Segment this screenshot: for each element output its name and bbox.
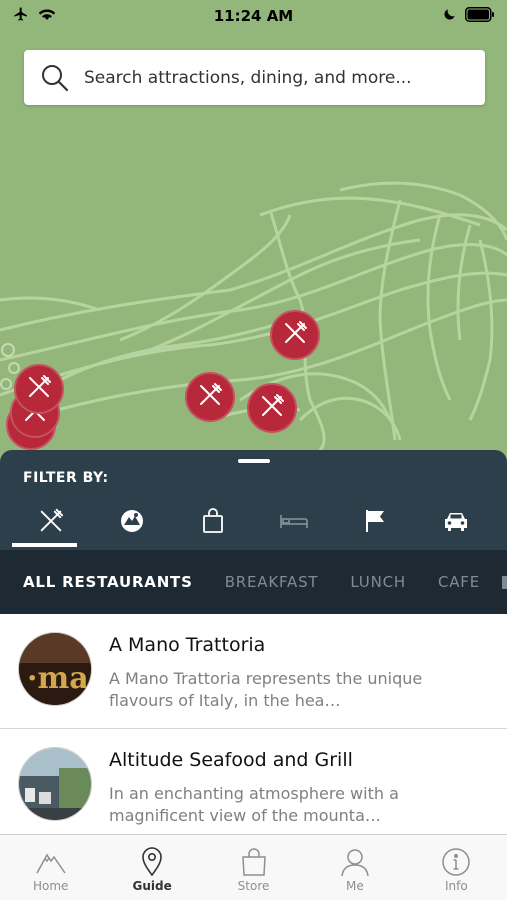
moon-icon bbox=[443, 7, 457, 25]
drag-handle[interactable] bbox=[238, 459, 270, 463]
status-time: 11:24 AM bbox=[213, 7, 294, 25]
fork-knife-icon bbox=[24, 372, 54, 406]
tab-home-label: Home bbox=[32, 879, 69, 893]
list-item[interactable]: ·ma A Mano Trattoria A Mano Trattoria re… bbox=[0, 614, 507, 729]
tab-store-label: Store bbox=[237, 879, 270, 893]
filter-lodging-button[interactable] bbox=[253, 498, 334, 548]
restaurant-pin[interactable] bbox=[270, 310, 320, 360]
restaurant-description: In an enchanting atmosphere with a magni… bbox=[109, 784, 399, 825]
tab-home[interactable]: Home bbox=[0, 835, 101, 900]
restaurant-description: A Mano Trattoria represents the unique f… bbox=[109, 669, 423, 710]
tab-info-label: Info bbox=[444, 879, 468, 893]
restaurant-pin[interactable] bbox=[14, 364, 64, 414]
status-left bbox=[12, 6, 56, 26]
battery-icon bbox=[465, 6, 495, 26]
filter-panel: FILTER BY: bbox=[0, 450, 507, 550]
restaurant-name: Altitude Seafood and Grill bbox=[109, 749, 353, 771]
filter-transport-button[interactable] bbox=[415, 498, 496, 548]
search-input[interactable] bbox=[84, 67, 485, 88]
bed-icon bbox=[279, 511, 309, 535]
tab-me[interactable]: Me bbox=[304, 835, 405, 900]
filter-icon-row bbox=[10, 498, 496, 548]
list-item[interactable]: Altitude Seafood and Grill In an enchant… bbox=[0, 729, 507, 844]
filter-activities-button[interactable] bbox=[91, 498, 172, 548]
person-icon bbox=[340, 845, 370, 879]
filter-label: FILTER BY: bbox=[23, 470, 109, 486]
shopping-bag-icon bbox=[240, 845, 268, 879]
fork-knife-icon bbox=[195, 380, 225, 414]
info-icon bbox=[441, 845, 471, 879]
status-bar: 11:24 AM bbox=[0, 0, 507, 32]
tab-all-restaurants[interactable]: ALL RESTAURANTS bbox=[23, 573, 193, 591]
fork-knife-icon bbox=[257, 391, 287, 425]
search-bar[interactable] bbox=[24, 50, 485, 105]
next-tab-peek bbox=[502, 576, 507, 589]
tab-cafe[interactable]: CAFE bbox=[438, 573, 480, 591]
car-icon bbox=[443, 510, 469, 536]
tab-breakfast[interactable]: BREAKFAST bbox=[225, 573, 319, 591]
tab-guide-label: Guide bbox=[132, 879, 172, 893]
fork-knife-icon bbox=[37, 507, 65, 539]
map-pin-icon bbox=[140, 845, 164, 879]
tab-info[interactable]: Info bbox=[406, 835, 507, 900]
filter-dining-button[interactable] bbox=[10, 498, 91, 548]
shopping-bag-icon bbox=[202, 508, 224, 538]
tab-store[interactable]: Store bbox=[203, 835, 304, 900]
category-tabs: ALL RESTAURANTS BREAKFAST LUNCH CAFE bbox=[0, 550, 507, 614]
filter-shopping-button[interactable] bbox=[172, 498, 253, 548]
restaurant-list: ·ma A Mano Trattoria A Mano Trattoria re… bbox=[0, 614, 507, 844]
restaurant-thumbnail bbox=[18, 747, 92, 821]
airplane-icon bbox=[12, 6, 30, 26]
tab-guide[interactable]: Guide bbox=[101, 835, 202, 900]
list-item-text: A Mano Trattoria A Mano Trattoria repres… bbox=[109, 632, 439, 712]
ski-resort-icon bbox=[119, 508, 145, 538]
restaurant-name: A Mano Trattoria bbox=[109, 634, 266, 656]
bottom-tab-bar: Home Guide Store Me Info bbox=[0, 834, 507, 900]
status-right bbox=[443, 6, 495, 26]
mountain-icon bbox=[36, 845, 66, 879]
flag-icon bbox=[363, 508, 387, 538]
fork-knife-icon bbox=[280, 318, 310, 352]
restaurant-pin[interactable] bbox=[247, 383, 297, 433]
restaurant-pin[interactable] bbox=[185, 372, 235, 422]
tab-lunch[interactable]: LUNCH bbox=[350, 573, 406, 591]
wifi-icon bbox=[38, 7, 56, 25]
map-view[interactable] bbox=[0, 0, 507, 470]
filter-events-button[interactable] bbox=[334, 498, 415, 548]
search-icon bbox=[40, 63, 70, 93]
tab-me-label: Me bbox=[346, 879, 364, 893]
restaurant-thumbnail: ·ma bbox=[18, 632, 92, 706]
svg-text:·ma: ·ma bbox=[27, 661, 89, 696]
list-item-text: Altitude Seafood and Grill In an enchant… bbox=[109, 747, 439, 827]
